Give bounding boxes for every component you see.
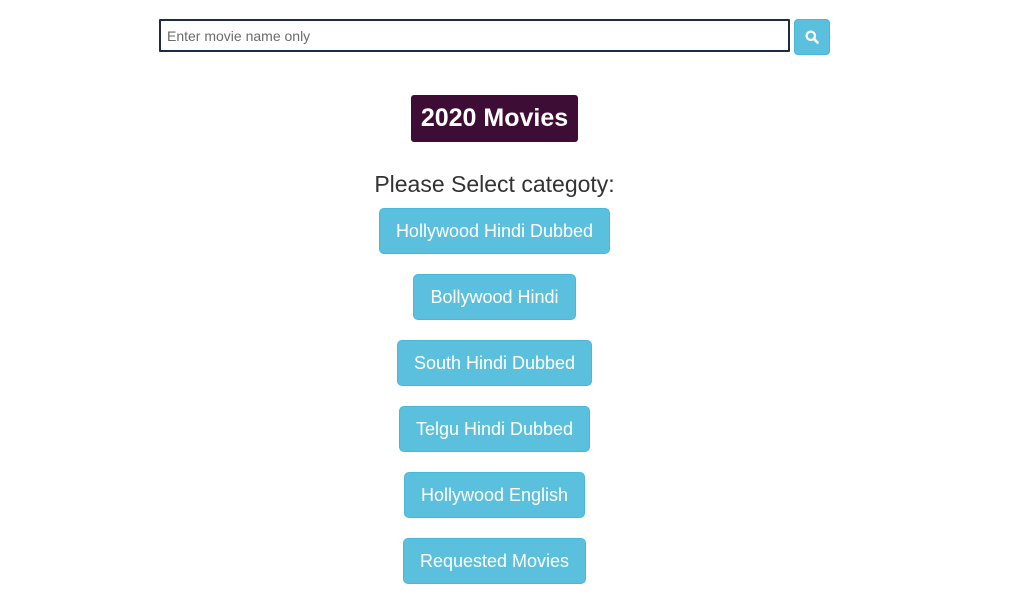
movie-search-input[interactable] — [159, 19, 790, 52]
category-prompt: Please Select categoty: — [374, 171, 615, 197]
page-title: 2020 Movies — [411, 95, 578, 142]
category-button-south-hindi-dubbed[interactable]: South Hindi Dubbed — [397, 340, 592, 386]
category-button-hollywood-hindi-dubbed[interactable]: Hollywood Hindi Dubbed — [379, 208, 610, 254]
search-icon — [805, 30, 819, 44]
category-button-telgu-hindi-dubbed[interactable]: Telgu Hindi Dubbed — [399, 406, 590, 452]
category-button-hollywood-english[interactable]: Hollywood English — [404, 472, 585, 518]
search-button[interactable] — [794, 19, 830, 55]
category-button-bollywood-hindi[interactable]: Bollywood Hindi — [413, 274, 576, 320]
category-button-requested-movies[interactable]: Requested Movies — [403, 538, 586, 584]
